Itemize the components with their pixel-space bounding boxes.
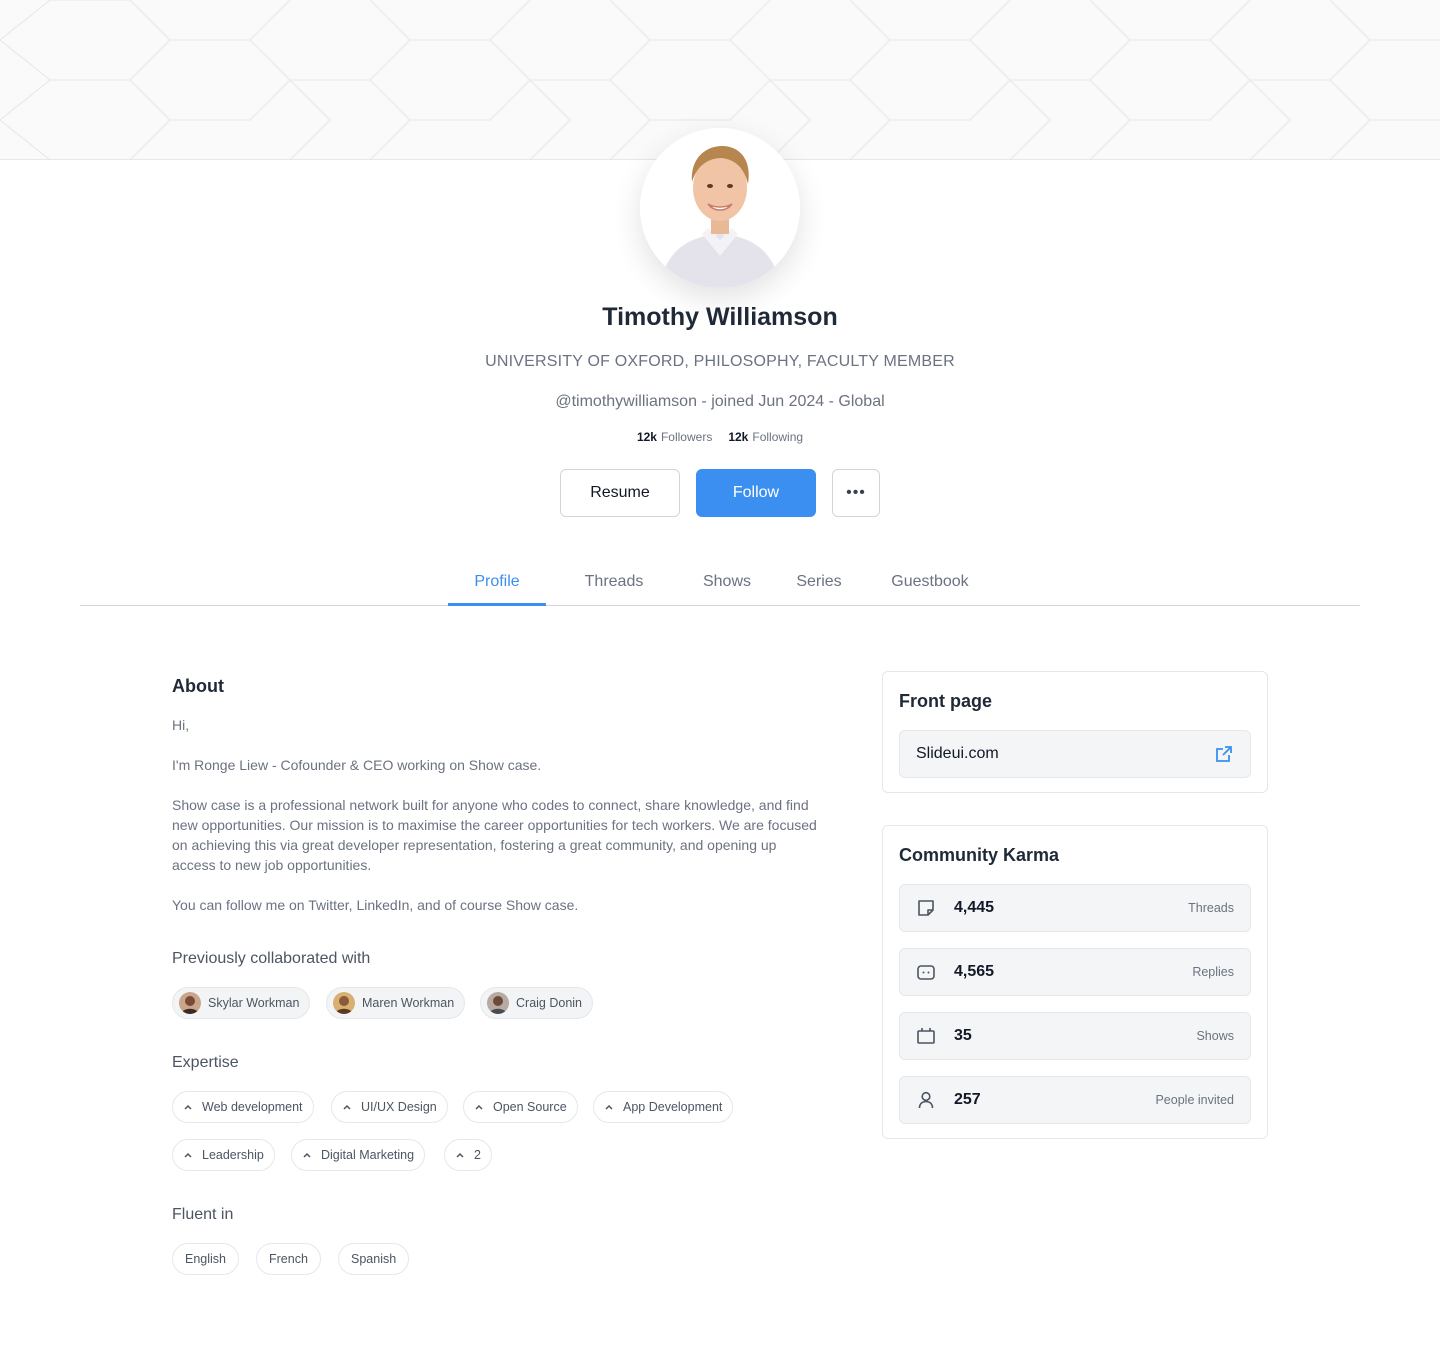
- expertise-label: Digital Marketing: [321, 1148, 415, 1162]
- expertise-label: App Development: [623, 1100, 723, 1114]
- about-mission: Show case is a professional network buil…: [172, 797, 817, 873]
- about-heading: About: [172, 676, 224, 696]
- collaborator-chip[interactable]: Craig Donin: [480, 987, 594, 1019]
- followers-stat[interactable]: 12k Followers: [637, 430, 712, 444]
- collaborator-chip[interactable]: Skylar Workman: [172, 987, 311, 1019]
- language-chip[interactable]: English: [172, 1243, 239, 1275]
- karma-row-threads: 4,445 Threads: [899, 884, 1251, 932]
- community-karma-card: Community Karma 4,445 Threads 4,565 Repl…: [882, 825, 1268, 1139]
- expertise-chip[interactable]: Leadership: [172, 1139, 275, 1171]
- profile-affiliation: UNIVERSITY OF OXFORD, PHILOSOPHY, FACULT…: [485, 353, 955, 370]
- about-follow-note: You can follow me on Twitter, LinkedIn, …: [172, 897, 579, 913]
- expertise-chip[interactable]: Web development: [172, 1091, 314, 1123]
- front-page-card: Front page Slideui.com: [882, 671, 1268, 793]
- profile-handle-line: @timothywilliamson - joined Jun 2024 - G…: [555, 393, 885, 410]
- chat-icon: [916, 962, 936, 982]
- resume-button[interactable]: Resume: [560, 469, 680, 517]
- chevron-up-icon: [183, 1102, 193, 1112]
- follow-stats: 12k Followers 12k Following: [0, 430, 1440, 444]
- expertise-label: Web development: [202, 1100, 303, 1114]
- karma-row-people-invited: 257 People invited: [899, 1076, 1251, 1124]
- language-label: English: [185, 1252, 226, 1266]
- more-options-button[interactable]: •••: [832, 469, 880, 517]
- karma-label: People invited: [1155, 1093, 1234, 1107]
- avatar: [179, 992, 201, 1014]
- expertise-more-count: 2: [474, 1148, 481, 1162]
- front-page-url: Slideui.com: [916, 745, 999, 762]
- expertise-label: UI/UX Design: [361, 1100, 437, 1114]
- tab-guestbook[interactable]: Guestbook: [876, 573, 984, 591]
- collaborator-chip[interactable]: Maren Workman: [326, 987, 466, 1019]
- following-count: 12k: [728, 430, 749, 444]
- external-link-icon[interactable]: [1214, 744, 1234, 764]
- karma-label: Threads: [1188, 901, 1234, 915]
- about-greeting: Hi,: [172, 717, 190, 733]
- expertise-more-chip[interactable]: 2: [444, 1139, 492, 1171]
- profile-name: Timothy Williamson: [602, 303, 838, 331]
- tv-icon: [916, 1026, 936, 1046]
- language-chip[interactable]: French: [256, 1243, 321, 1275]
- tab-shows[interactable]: Shows: [690, 573, 764, 591]
- tab-profile[interactable]: Profile: [448, 573, 546, 591]
- note-icon: [916, 898, 936, 918]
- chevron-up-icon: [604, 1102, 614, 1112]
- front-page-link[interactable]: Slideui.com: [899, 730, 1251, 778]
- following-label: Following: [752, 430, 804, 444]
- profile-actions: Resume Follow •••: [560, 469, 880, 517]
- chevron-up-icon: [302, 1150, 312, 1160]
- language-chip[interactable]: Spanish: [338, 1243, 410, 1275]
- karma-value: 4,445: [954, 899, 995, 916]
- language-label: Spanish: [351, 1252, 397, 1266]
- expertise-chip[interactable]: Digital Marketing: [291, 1139, 426, 1171]
- collaborators-heading: Previously collaborated with: [172, 950, 371, 967]
- karma-heading: Community Karma: [899, 845, 1060, 865]
- collaborator-name: Craig Donin: [516, 996, 583, 1010]
- expertise-chip[interactable]: UI/UX Design: [331, 1091, 448, 1123]
- follow-button[interactable]: Follow: [696, 469, 816, 517]
- karma-value: 257: [954, 1091, 981, 1108]
- expertise-label: Leadership: [202, 1148, 264, 1162]
- avatar: [487, 992, 509, 1014]
- karma-label: Replies: [1192, 965, 1234, 979]
- about-intro: I'm Ronge Liew - Cofounder & CEO working…: [172, 757, 542, 773]
- fluent-heading: Fluent in: [172, 1206, 234, 1223]
- karma-row-replies: 4,565 Replies: [899, 948, 1251, 996]
- profile-avatar: [640, 128, 800, 288]
- expertise-chip[interactable]: App Development: [593, 1091, 734, 1123]
- followers-count: 12k: [636, 430, 657, 444]
- more-horizontal-icon: •••: [846, 484, 866, 501]
- expertise-chip[interactable]: Open Source: [463, 1091, 578, 1123]
- collaborator-name: Maren Workman: [362, 996, 455, 1010]
- karma-value: 4,565: [954, 963, 995, 980]
- active-tab-indicator: [448, 603, 546, 606]
- expertise-heading: Expertise: [172, 1054, 239, 1071]
- tab-threads[interactable]: Threads: [570, 573, 658, 591]
- avatar: [333, 992, 355, 1014]
- front-page-heading: Front page: [899, 691, 992, 711]
- chevron-up-icon: [474, 1102, 484, 1112]
- karma-label: Shows: [1196, 1029, 1234, 1043]
- language-label: French: [269, 1252, 308, 1266]
- following-stat[interactable]: 12k Following: [728, 430, 803, 444]
- karma-value: 35: [954, 1027, 972, 1044]
- expertise-label: Open Source: [493, 1100, 567, 1114]
- collaborator-name: Skylar Workman: [208, 996, 300, 1010]
- followers-label: Followers: [660, 430, 713, 444]
- chevron-up-icon: [455, 1150, 465, 1160]
- karma-row-shows: 35 Shows: [899, 1012, 1251, 1060]
- tabs-divider: [80, 605, 1360, 606]
- chevron-up-icon: [342, 1102, 352, 1112]
- chevron-up-icon: [183, 1150, 193, 1160]
- person-portrait: [640, 128, 800, 288]
- user-icon: [916, 1090, 936, 1110]
- tab-series[interactable]: Series: [784, 573, 854, 591]
